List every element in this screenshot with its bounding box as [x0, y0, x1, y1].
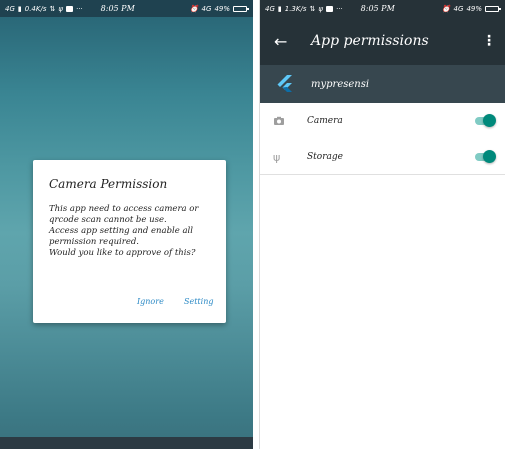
speed-label: 1.3K/s: [284, 4, 307, 13]
net-type-label: 4G: [201, 4, 212, 13]
flutter-logo-icon: [277, 75, 292, 92]
app-name: mypresensi: [311, 78, 370, 90]
alarm-icon: ⏰: [189, 4, 199, 13]
net-type-label: 4G: [453, 4, 464, 13]
battery-label: 49%: [214, 4, 230, 13]
notification-icon: [325, 5, 333, 12]
usb-storage-icon: ψ: [273, 151, 281, 164]
data-arrows-icon: ⇅: [309, 4, 316, 13]
alarm-icon: ⏰: [441, 4, 451, 13]
more-notifications-icon: ···: [335, 4, 343, 13]
permission-label: Storage: [307, 152, 343, 162]
more-notifications-icon: ···: [75, 4, 83, 13]
more-vert-icon[interactable]: ⋮: [482, 33, 496, 49]
network-label: 4G: [5, 4, 15, 13]
speed-label: 0.4K/s: [24, 4, 47, 13]
list-divider: [260, 174, 505, 175]
clock: 8:05 PM: [360, 4, 395, 13]
battery-icon: [485, 5, 501, 12]
network-label: 4G: [265, 4, 275, 13]
arrow-left-icon[interactable]: ←: [274, 32, 290, 51]
dialog-title: Camera Permission: [49, 177, 168, 191]
storage-toggle[interactable]: [473, 150, 496, 163]
navigation-bar: [0, 437, 253, 449]
app-bar: ← App permissions ⋮: [260, 17, 505, 65]
usb-icon: ψ: [58, 4, 63, 13]
signal-icon: ▮: [17, 4, 22, 13]
signal-icon: ▮: [277, 4, 282, 13]
setting-button[interactable]: Setting: [184, 297, 213, 306]
status-bar: 4G ▮ 0.4K/s ⇅ ψ ··· 8:05 PM ⏰ 4G 49%: [0, 0, 253, 17]
permission-label: Camera: [307, 116, 343, 126]
camera-icon: [274, 116, 284, 125]
battery-icon: [233, 5, 249, 12]
permission-row-camera[interactable]: Camera: [260, 103, 505, 139]
battery-label: 49%: [466, 4, 482, 13]
app-header: mypresensi: [260, 65, 505, 103]
camera-permission-dialog: Camera Permission This app need to acces…: [33, 160, 226, 323]
ignore-button[interactable]: Ignore: [137, 297, 164, 306]
right-phone-screenshot: 4G ▮ 1.3K/s ⇅ ψ ··· 8:05 PM ⏰ 4G 49% ← A…: [259, 0, 505, 449]
camera-toggle[interactable]: [473, 114, 496, 127]
clock: 8:05 PM: [100, 4, 135, 13]
status-bar: 4G ▮ 1.3K/s ⇅ ψ ··· 8:05 PM ⏰ 4G 49%: [260, 0, 505, 17]
page-title: App permissions: [311, 33, 429, 49]
data-arrows-icon: ⇅: [49, 4, 56, 13]
left-phone-screenshot: 4G ▮ 0.4K/s ⇅ ψ ··· 8:05 PM ⏰ 4G 49% Cam…: [0, 0, 253, 449]
dialog-message: This app need to access camera or qrcode …: [49, 204, 199, 258]
usb-icon: ψ: [318, 4, 323, 13]
permission-row-storage[interactable]: ψ Storage: [260, 139, 505, 175]
notification-icon: [65, 5, 73, 12]
